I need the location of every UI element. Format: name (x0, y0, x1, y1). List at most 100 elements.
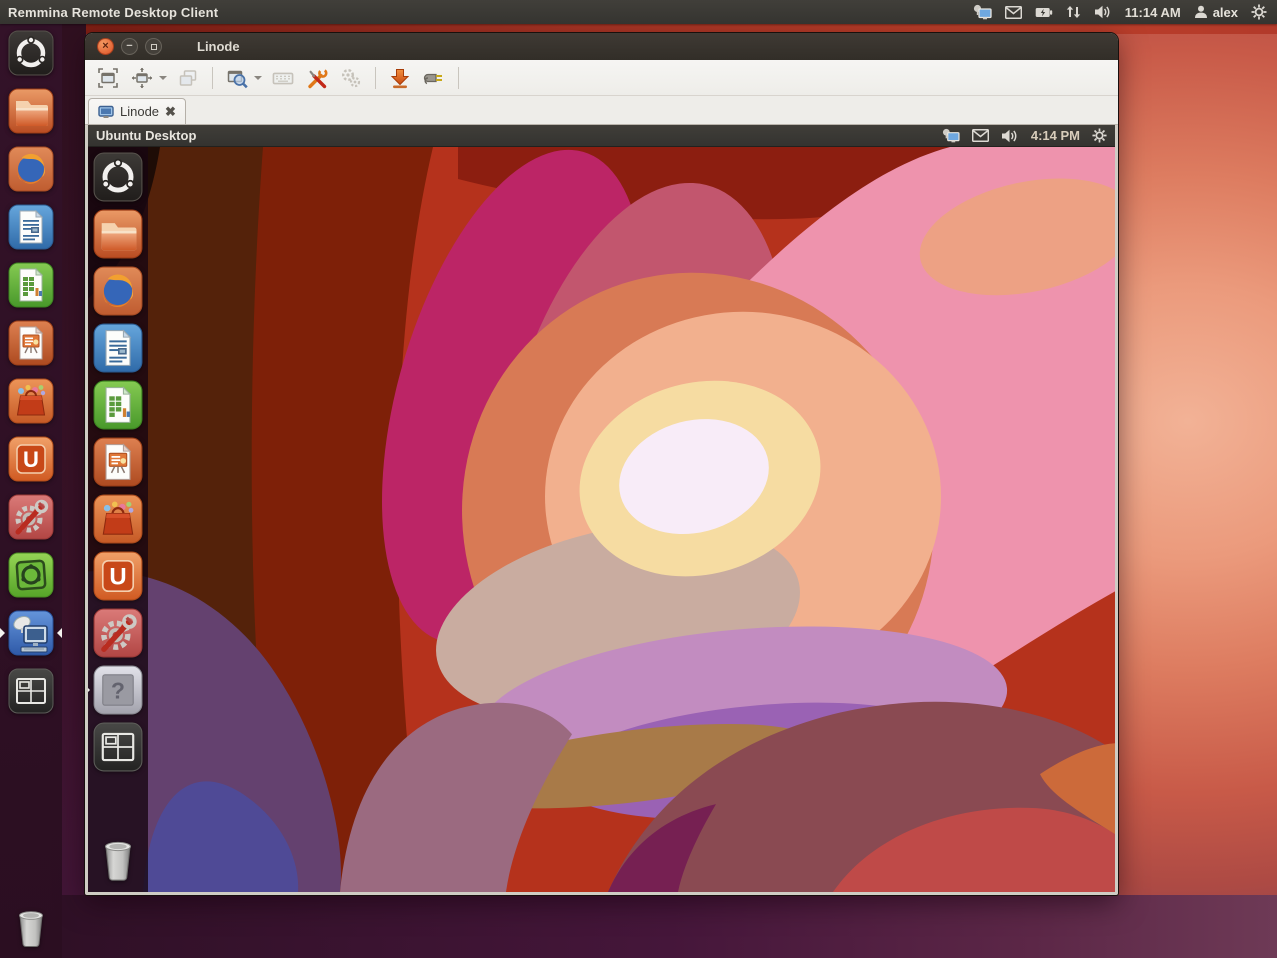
launcher-item-workspace-switcher[interactable] (93, 722, 143, 772)
grab-keyboard-button[interactable] (268, 64, 298, 92)
tab-linode[interactable]: Linode ✖ (88, 98, 186, 124)
duplicate-connection-button[interactable] (173, 64, 203, 92)
maximize-glyph (151, 44, 157, 50)
remote-mail-indicator-icon[interactable] (972, 129, 989, 142)
battery-indicator-icon[interactable] (1035, 6, 1053, 19)
remote-session-viewport[interactable]: Ubuntu Desktop 4:14 PM (88, 125, 1115, 892)
launcher-item-system-settings[interactable] (93, 608, 143, 658)
wallpaper-strip-left (62, 24, 86, 958)
launcher-item-dash-home[interactable] (8, 30, 54, 76)
dash-home-icon (93, 152, 143, 202)
launcher-item-trash[interactable] (8, 904, 54, 950)
trash-icon (93, 834, 143, 884)
firefox-icon (93, 266, 143, 316)
top-panel: Remmina Remote Desktop Client 11:14 AM a… (0, 0, 1277, 24)
launcher-item-libreoffice-writer[interactable] (93, 323, 143, 373)
unity-launcher: U (0, 24, 62, 958)
remote-top-panel[interactable]: Ubuntu Desktop 4:14 PM (88, 125, 1115, 147)
tab-close-button[interactable]: ✖ (165, 104, 176, 120)
launcher-item-system-settings[interactable] (8, 494, 54, 540)
launcher-item-dash-home[interactable] (93, 152, 143, 202)
ubuntu-software-center-icon (93, 494, 143, 544)
desktop: { "top_panel": { "app_title": "Remmina R… (0, 0, 1277, 958)
active-app-title: Remmina Remote Desktop Client (0, 5, 218, 20)
launcher-item-home-folder[interactable] (8, 88, 54, 134)
launcher-item-ubuntu-software-center[interactable] (93, 494, 143, 544)
fit-window-icon (131, 67, 153, 89)
question-glyph: ? (111, 678, 125, 704)
scaled-mode-dropdown-caret[interactable] (254, 76, 262, 80)
launcher-item-remmina[interactable] (8, 610, 54, 656)
preferences-tools-button[interactable] (302, 64, 332, 92)
focused-indicator-arrow (57, 628, 62, 638)
fit-window-dropdown-caret[interactable] (159, 76, 167, 80)
tab-label: Linode (120, 104, 159, 119)
libreoffice-calc-icon (8, 262, 54, 308)
running-indicator-arrow (0, 628, 5, 638)
gears-icon (340, 67, 362, 89)
launcher-item-libreoffice-impress[interactable] (93, 437, 143, 487)
remote-volume-indicator-icon[interactable] (1001, 129, 1019, 143)
window-titlebar[interactable]: × − Linode (85, 33, 1118, 60)
tab-strip: Linode ✖ (85, 96, 1118, 125)
libreoffice-writer-icon (8, 204, 54, 250)
launcher-item-ubuntu-software-updater[interactable] (8, 552, 54, 598)
unknown-app-icon: ? (93, 665, 143, 715)
duplicate-icon (177, 67, 199, 89)
fullscreen-icon (97, 67, 119, 89)
panel-clock[interactable]: 11:14 AM (1125, 5, 1181, 20)
launcher-item-firefox[interactable] (8, 146, 54, 192)
remote-session-gear-icon[interactable] (1092, 128, 1107, 143)
remmina-icon (8, 610, 54, 656)
toolbar-separator (212, 67, 213, 89)
fit-window-button[interactable] (127, 64, 157, 92)
launcher-item-libreoffice-writer[interactable] (8, 204, 54, 250)
remote-remote-desktop-indicator-icon[interactable] (942, 128, 960, 143)
mail-indicator-icon[interactable] (1005, 6, 1022, 19)
disconnect-button[interactable] (419, 64, 449, 92)
toggle-scaled-mode-button[interactable] (222, 64, 252, 92)
launcher-item-home-folder[interactable] (93, 209, 143, 259)
window-minimize-button[interactable]: − (121, 38, 138, 55)
launcher-item-ubuntu-software-center[interactable] (8, 378, 54, 424)
ubuntu-one-letter: U (23, 447, 39, 472)
toggle-fullscreen-button[interactable] (93, 64, 123, 92)
toolbar-separator (375, 67, 376, 89)
system-settings-icon (93, 608, 143, 658)
ubuntu-software-updater-icon (8, 552, 54, 598)
indicator-area: 11:14 AM alex (973, 4, 1277, 20)
tools-icon (306, 67, 328, 89)
remote-menubar-title: Ubuntu Desktop (88, 128, 196, 143)
toolbar-separator (458, 67, 459, 89)
ubuntu-one-icon: U (8, 436, 54, 482)
launcher-item-libreoffice-calc[interactable] (8, 262, 54, 308)
launcher-item-unknown-app[interactable]: ? (93, 665, 143, 715)
launcher-item-workspace-switcher[interactable] (8, 668, 54, 714)
tab-monitor-icon (98, 105, 114, 119)
remote-desktop-indicator-icon[interactable] (973, 4, 992, 20)
launcher-item-ubuntu-one[interactable]: U (93, 551, 143, 601)
ubuntu-one-letter: U (109, 564, 126, 591)
home-folder-icon (93, 209, 143, 259)
connection-settings-button[interactable] (336, 64, 366, 92)
keyboard-icon (271, 67, 295, 89)
libreoffice-writer-icon (93, 323, 143, 373)
remote-wallpaper (88, 147, 1115, 892)
launcher-item-trash[interactable] (93, 834, 143, 884)
launcher-item-ubuntu-one[interactable]: U (8, 436, 54, 482)
remote-panel-clock[interactable]: 4:14 PM (1031, 128, 1080, 143)
network-traffic-indicator-icon[interactable] (1066, 5, 1081, 19)
window-close-button[interactable]: × (97, 38, 114, 55)
launcher-item-firefox[interactable] (93, 266, 143, 316)
volume-indicator-icon[interactable] (1094, 5, 1112, 19)
user-menu[interactable]: alex (1194, 5, 1238, 20)
running-indicator-arrow (88, 685, 90, 695)
remmina-window: × − Linode (85, 33, 1118, 895)
workspace-switcher-icon (8, 668, 54, 714)
plug-icon (422, 67, 446, 89)
session-gear-icon[interactable] (1251, 4, 1267, 20)
minimize-window-button[interactable] (385, 64, 415, 92)
launcher-item-libreoffice-calc[interactable] (93, 380, 143, 430)
window-maximize-button[interactable] (145, 38, 162, 55)
launcher-item-libreoffice-impress[interactable] (8, 320, 54, 366)
